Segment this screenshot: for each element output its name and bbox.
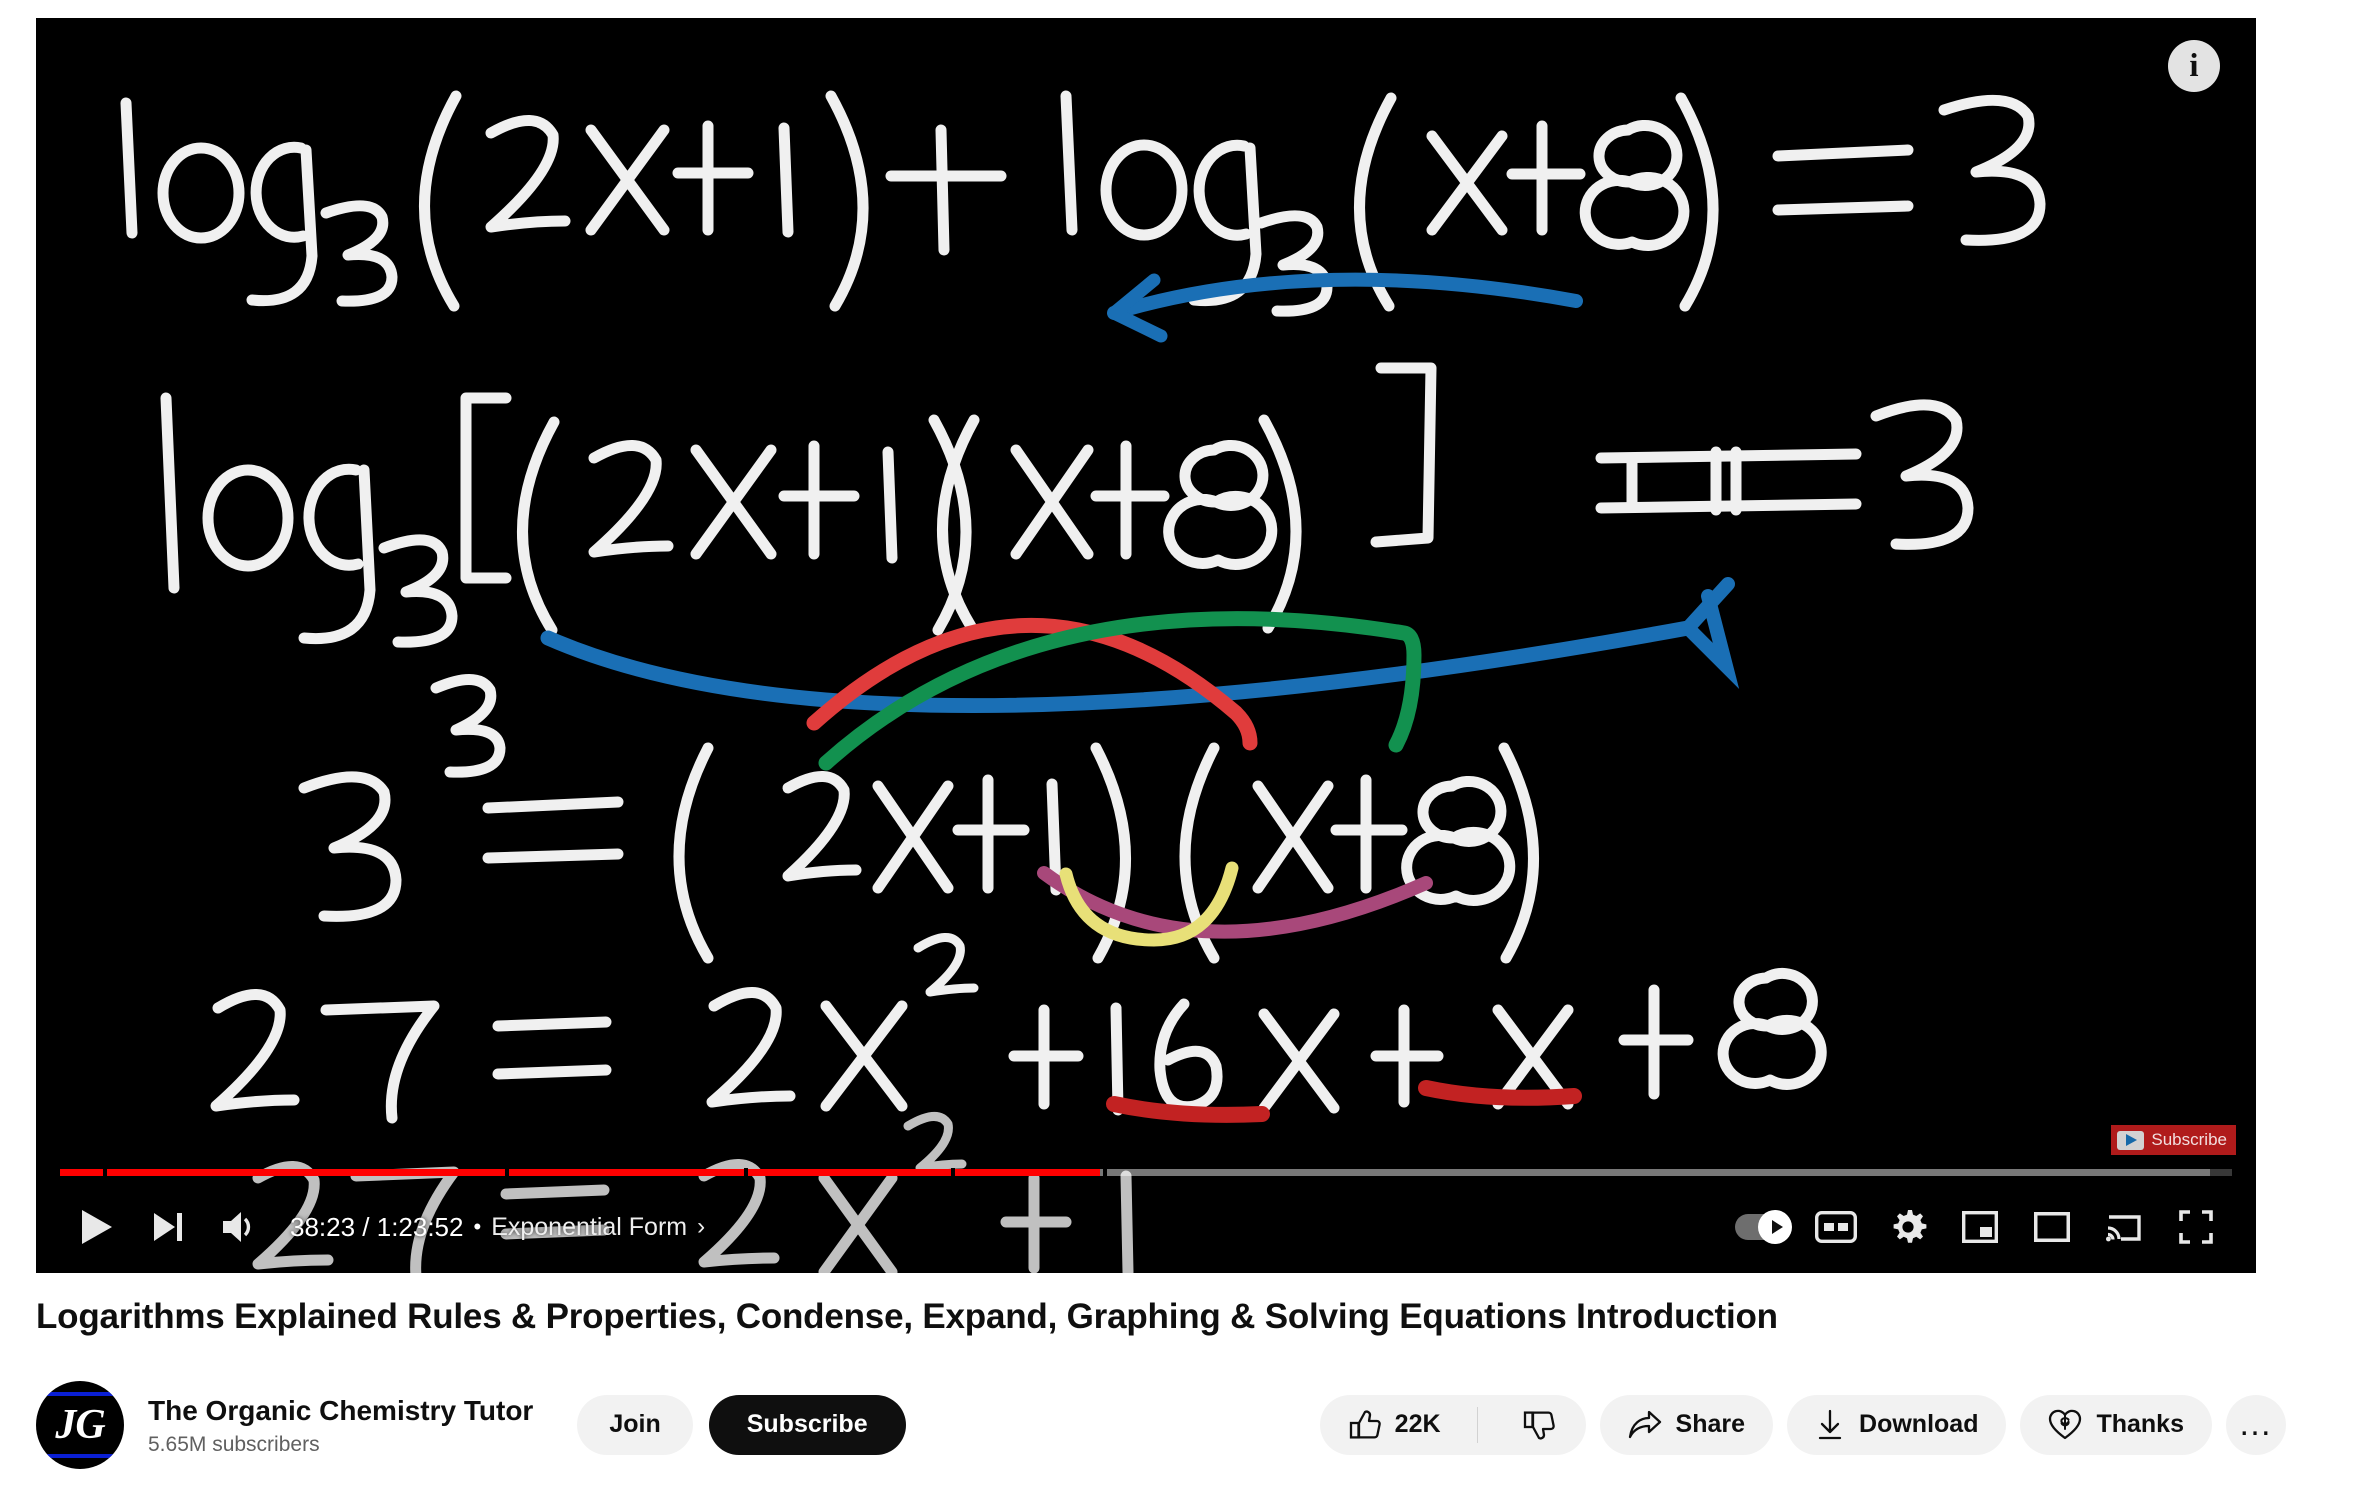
autoplay-toggle-track [1735,1210,1792,1244]
channel-and-actions-row: JG The Organic Chemistry Tutor 5.65M sub… [36,1377,2286,1473]
video-frame-chalkboard [36,18,2256,1273]
cast-icon [2106,1215,2141,1242]
more-horizontal-icon: … [2238,1404,2274,1443]
channel-text: The Organic Chemistry Tutor 5.65M subscr… [148,1393,533,1457]
player-controls-right [1722,1191,2232,1263]
video-title: Logarithms Explained Rules & Properties,… [36,1297,1778,1336]
chapter-marker [744,1168,749,1177]
youtube-watch-page: i Subscribe 38:23 / 1:23:52 • Exponentia… [0,0,2354,1512]
progress-track[interactable] [60,1168,2232,1177]
miniplayer-icon [1962,1211,1998,1243]
miniplayer-button[interactable] [1944,1191,2016,1263]
fullscreen-button[interactable] [2160,1191,2232,1263]
more-actions-button[interactable]: … [2226,1394,2286,1455]
chapter-marker [505,1168,510,1177]
fullscreen-icon [2179,1210,2213,1244]
gear-icon [1893,1210,1927,1243]
video-info-section: Logarithms Explained Rules & Properties,… [36,1295,2286,1473]
cast-button[interactable] [2088,1191,2160,1263]
share-label: Share [1675,1410,1746,1439]
chevron-right-icon[interactable]: › [697,1213,705,1241]
player-controls-left: 38:23 / 1:23:52 • Exponential Form › [60,1191,705,1263]
subscribe-watermark[interactable]: Subscribe [2111,1125,2236,1155]
avatar-line-top [42,1391,118,1396]
avatar-initials: JG [55,1401,105,1448]
action-buttons: 22K Share Download Thanks … [1319,1394,2286,1455]
download-button[interactable]: Download [1787,1394,2007,1455]
progress-bar[interactable] [36,1161,2256,1181]
share-button[interactable]: Share [1599,1394,1774,1455]
avatar[interactable]: JG [36,1380,124,1469]
autoplay-toggle-knob [1758,1210,1792,1244]
video-info-button[interactable]: i [2168,40,2220,92]
play-icon [82,1210,112,1244]
next-icon [154,1213,182,1241]
time-display: 38:23 / 1:23:52 [290,1211,464,1242]
download-label: Download [1859,1410,1979,1439]
subscriber-count: 5.65M subscribers [148,1432,320,1456]
chapter-separator: • [473,1214,482,1239]
like-count: 22K [1394,1410,1441,1439]
download-icon [1818,1409,1842,1439]
channel-name[interactable]: The Organic Chemistry Tutor [148,1393,533,1429]
subscribe-button[interactable]: Subscribe [708,1394,906,1455]
volume-icon [223,1212,251,1242]
thanks-label: Thanks [2096,1410,2184,1439]
chapter-marker [1102,1168,1107,1177]
channel-block: JG The Organic Chemistry Tutor 5.65M sub… [36,1380,533,1469]
info-icon: i [2189,47,2199,84]
avatar-line-bottom [42,1453,118,1458]
player-controls: 38:23 / 1:23:52 • Exponential Form › [36,1181,2256,1273]
progress-played [60,1169,1101,1176]
chapter-marker [950,1168,955,1177]
thumbs-up-icon [1349,1410,1381,1439]
video-player[interactable]: i Subscribe 38:23 / 1:23:52 • Exponentia… [36,18,2256,1273]
play-button[interactable] [60,1191,132,1263]
volume-button[interactable] [204,1191,276,1263]
theater-mode-button[interactable] [2016,1191,2088,1263]
watermark-label: Subscribe [2151,1130,2227,1149]
like-dislike-group: 22K [1319,1394,1586,1455]
join-button[interactable]: Join [577,1394,693,1455]
heart-dollar-icon [2049,1409,2082,1439]
autoplay-toggle[interactable] [1722,1191,1800,1263]
youtube-play-icon [2117,1130,2145,1150]
thanks-button[interactable]: Thanks [2020,1394,2212,1455]
chapter-marker [103,1168,108,1177]
share-icon [1628,1410,1661,1438]
thumbs-down-icon [1523,1411,1555,1440]
dislike-button[interactable] [1492,1395,1586,1455]
theater-icon [2034,1212,2070,1242]
captions-button[interactable] [1800,1191,1872,1263]
like-button[interactable]: 22K [1320,1395,1463,1455]
chapter-title[interactable]: Exponential Form [491,1213,687,1242]
settings-button[interactable] [1872,1191,1944,1263]
next-video-button[interactable] [132,1191,204,1263]
closed-captions-icon [1815,1211,1857,1243]
pill-divider [1476,1406,1478,1443]
